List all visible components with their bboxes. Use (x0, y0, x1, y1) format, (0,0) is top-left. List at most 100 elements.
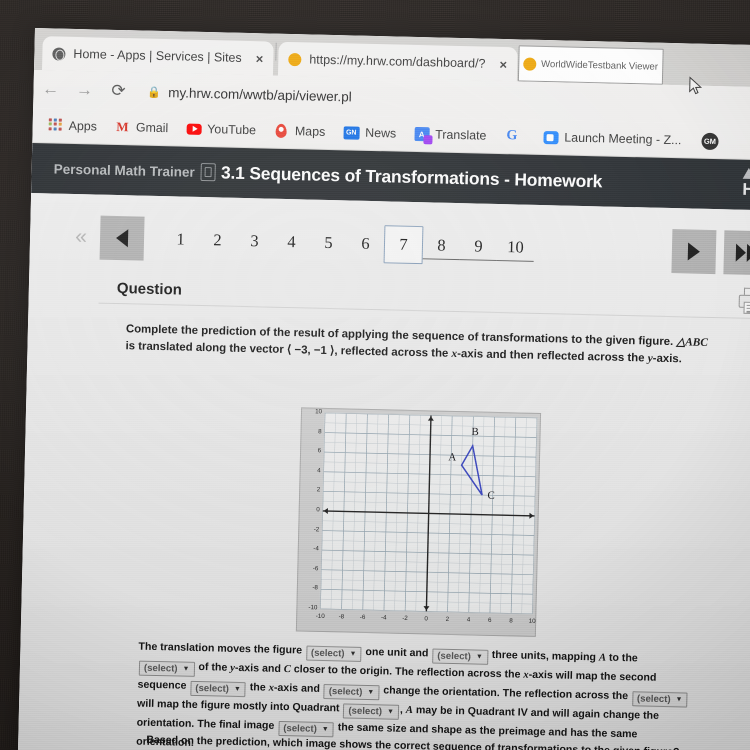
globe-icon (52, 46, 66, 61)
youtube-icon (186, 121, 202, 136)
question-prompt: Complete the prediction of the result of… (125, 321, 718, 368)
graph-svg: A B C (320, 412, 538, 615)
page-8[interactable]: 8 (422, 231, 461, 260)
select-dropdown-8[interactable]: (select) ▼ (278, 720, 334, 738)
lock-icon: 🔒 (147, 86, 162, 99)
vertex-label-a: A (448, 451, 456, 463)
question-pagination: « 1 2 3 4 5 6 7 8 9 10 (29, 203, 750, 287)
select-dropdown-6[interactable]: (select) ▼ (631, 691, 688, 708)
answer-text: -axis and (273, 681, 323, 695)
last-question-button[interactable] (723, 230, 750, 276)
x-tick--8: -8 (338, 613, 345, 621)
select-dropdown-3[interactable]: (select) ▼ (138, 660, 195, 677)
page-6[interactable]: 6 (347, 233, 384, 254)
y-tick--10: -10 (308, 604, 318, 612)
bookmark-zoom-meeting[interactable]: Launch Meeting - Z... (534, 129, 690, 148)
chevron-down-icon: ▼ (367, 689, 375, 697)
select-dropdown-5[interactable]: (select) ▼ (323, 683, 380, 701)
select-value: (select) (636, 693, 671, 706)
browser-tab-home[interactable]: Home - Apps | Services | Sites × (42, 36, 274, 76)
x-tick--2: -2 (402, 614, 408, 622)
google-g-icon: G (506, 128, 518, 144)
bookmark-google[interactable]: G (495, 128, 534, 144)
bookmark-label: News (365, 125, 397, 141)
answer-text: -axis and (234, 661, 284, 676)
prompt-text-4: -axis. (652, 352, 683, 365)
bookmark-apps[interactable]: Apps (39, 117, 107, 135)
bookmark-label: Launch Meeting - Z... (564, 130, 682, 148)
chevron-down-icon: ▼ (182, 665, 190, 673)
tab-divider (275, 42, 277, 61)
select-dropdown-2[interactable]: (select) ▼ (432, 648, 488, 665)
page-3[interactable]: 3 (236, 231, 273, 252)
forward-icon[interactable]: → (67, 80, 101, 101)
close-icon[interactable]: × (499, 56, 507, 71)
chevron-down-icon: ▼ (675, 696, 683, 704)
y-tick--6: -6 (312, 564, 319, 573)
y-tick-4: 4 (317, 467, 321, 475)
page-10[interactable]: 10 (496, 233, 535, 262)
answer-text: the (246, 681, 269, 694)
triangle-abc-label: △ABC (676, 336, 709, 349)
bookmark-label: Gmail (135, 120, 169, 136)
prev-question-button[interactable] (99, 215, 145, 261)
page-2[interactable]: 2 (199, 230, 236, 251)
bookmark-label: YouTube (207, 122, 257, 138)
page-4[interactable]: 4 (273, 232, 310, 253)
reload-icon[interactable]: ⟳ (101, 81, 135, 102)
printer-icon[interactable] (738, 287, 750, 315)
hmh-logo: HMH (742, 166, 750, 201)
prompt-text-3: -axis and then reflected across the (457, 347, 648, 365)
close-icon[interactable]: × (256, 51, 264, 66)
bookmark-gm-avatar[interactable]: GM (692, 132, 727, 150)
browser-tab-worldwidetestbank[interactable]: WorldWideTestbank Viewer (517, 45, 664, 85)
page-9[interactable]: 9 (459, 232, 498, 261)
y-tick--8: -8 (312, 584, 318, 592)
x-tick-10: 10 (528, 617, 536, 625)
tab-title: WorldWideTestbank Viewer (540, 58, 659, 73)
x-tick-6: 6 (487, 616, 492, 624)
zoom-icon (543, 130, 559, 145)
google-translate-icon: A (414, 126, 430, 142)
y-tick-8: 8 (318, 427, 322, 435)
vertex-label-b: B (471, 426, 479, 438)
select-dropdown-7[interactable]: (select) ▼ (343, 703, 400, 720)
x-tick--4: -4 (380, 614, 387, 622)
page-1[interactable]: 1 (162, 229, 199, 250)
select-value: (select) (283, 723, 317, 735)
answer-text: change the orientation. The reflection a… (380, 684, 632, 703)
browser-tab-dashboard[interactable]: https://my.hrw.com/dashboard/? × (277, 41, 518, 82)
bookmark-label: Translate (435, 127, 487, 143)
x-tick-2: 2 (445, 615, 450, 623)
bookmark-youtube[interactable]: YouTube (177, 121, 265, 138)
select-value: (select) (310, 647, 345, 660)
bookmark-label: Maps (294, 124, 326, 139)
select-dropdown-4[interactable]: (select) ▼ (190, 680, 247, 698)
triangle-right-icon (735, 243, 746, 262)
bookmark-gmail[interactable]: M Gmail (106, 119, 178, 136)
y-tick--4: -4 (313, 545, 319, 553)
tab-title: https://my.hrw.com/dashboard/? (309, 52, 486, 71)
chevron-down-icon: ▼ (233, 685, 241, 694)
next-question-button[interactable] (671, 229, 717, 275)
bookmark-translate[interactable]: A Translate (405, 126, 496, 143)
y-tick--2: -2 (313, 525, 320, 533)
answer-text: of the (195, 660, 231, 674)
coordinate-graph: 10 8 6 4 2 0 -2 -4 -6 -8 -10 A B C -10 -8 -6 -4 -2 0 2 4 6 8 1… (295, 407, 542, 637)
apps-grid-icon (48, 117, 63, 133)
page-7-current[interactable]: 7 (383, 225, 424, 265)
select-dropdown-1[interactable]: (select) ▼ (305, 645, 362, 662)
laptop-screen: Home - Apps | Services | Sites × https:/… (17, 28, 750, 750)
tab-title: Home - Apps | Services | Sites (73, 46, 242, 65)
gmail-icon: M (116, 118, 129, 135)
answer-text: will map the figure mostly into Quadrant (136, 697, 343, 715)
page-5[interactable]: 5 (310, 233, 347, 254)
y-tick-0: 0 (316, 506, 320, 514)
bookmark-news[interactable]: GN News (334, 125, 405, 141)
select-value: (select) (437, 650, 472, 663)
first-question-icon[interactable]: « (58, 225, 101, 250)
back-icon[interactable]: ← (33, 79, 67, 100)
bookmark-maps[interactable]: Maps (265, 123, 335, 140)
select-value: (select) (143, 662, 178, 675)
x-tick-4: 4 (466, 616, 471, 624)
